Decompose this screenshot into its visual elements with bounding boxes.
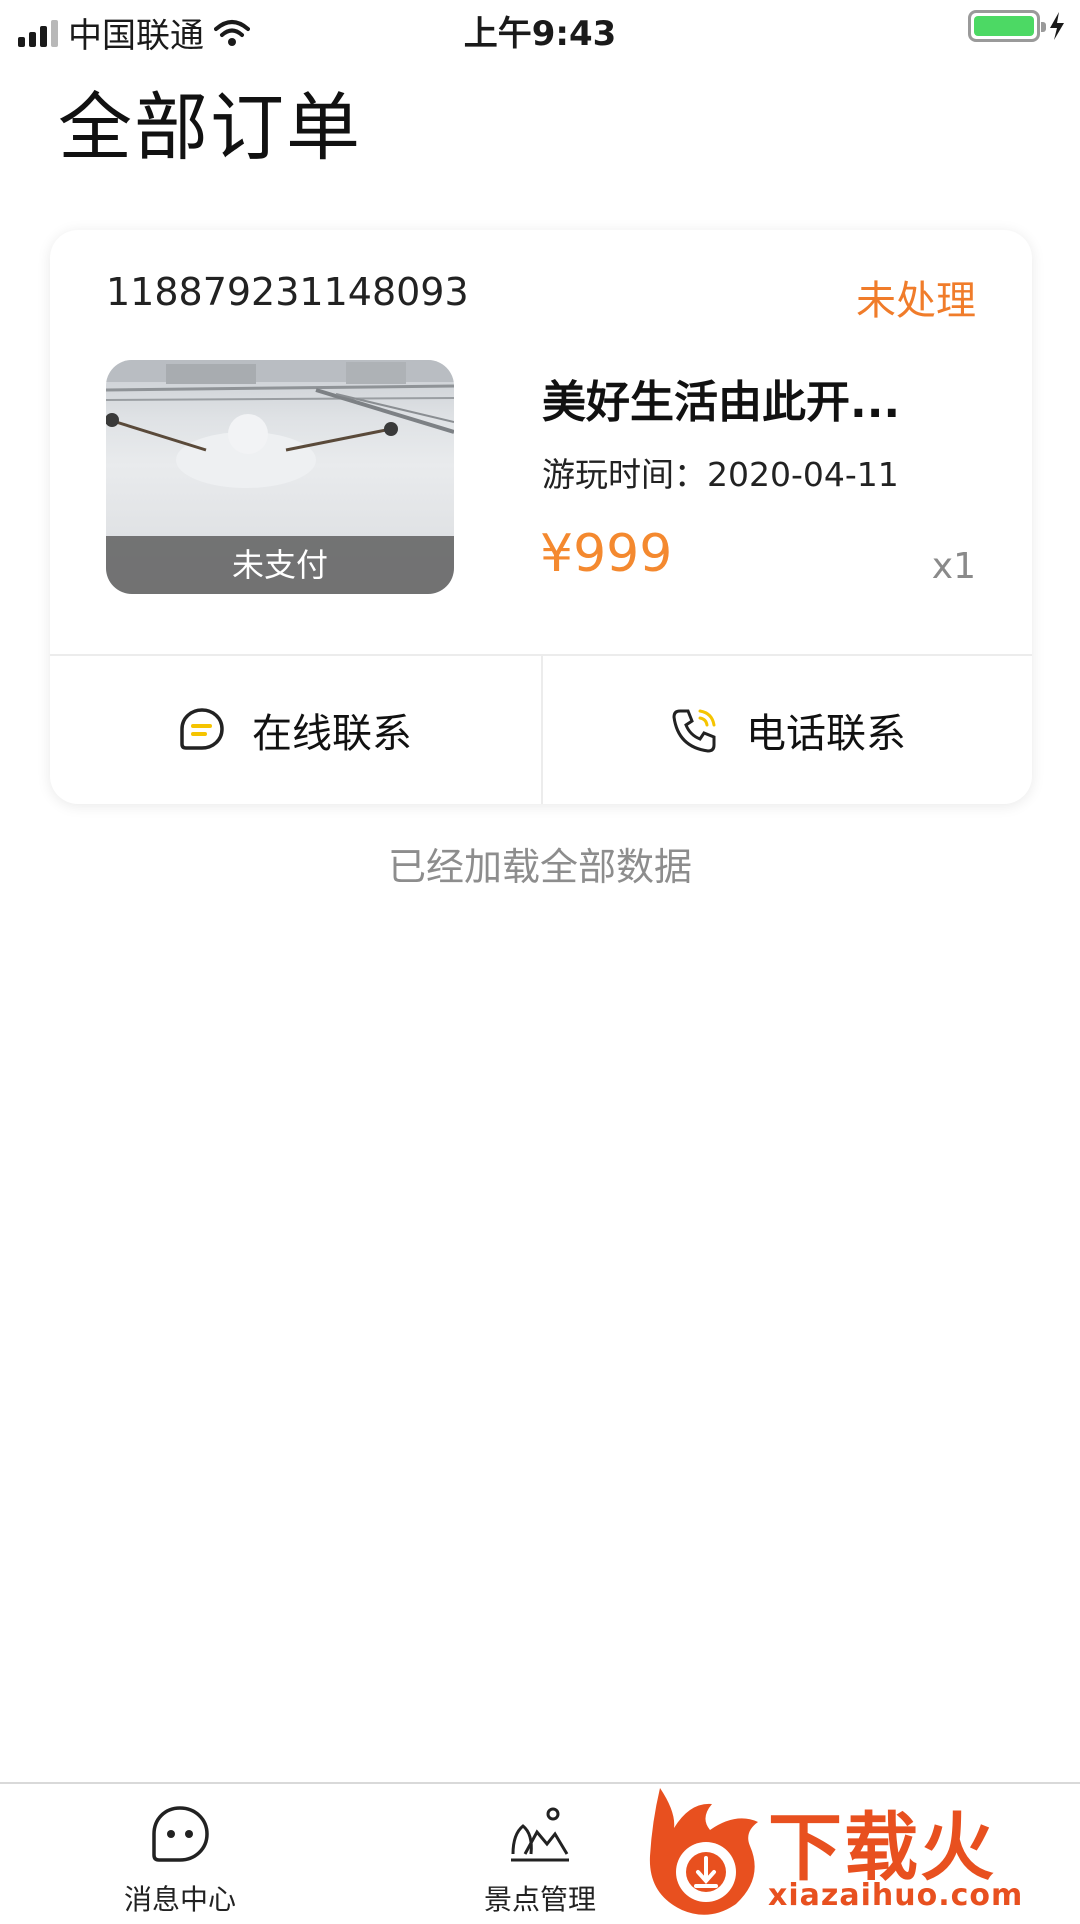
- product-name: 美好生活由此开...: [542, 377, 901, 428]
- scenic-spot-icon: [511, 1807, 569, 1862]
- order-status-badge: 未处理: [856, 278, 976, 324]
- status-bar: 中国联通 上午9:43: [0, 0, 1080, 60]
- status-right: [968, 10, 1066, 42]
- online-contact-button[interactable]: 在线联系: [50, 656, 540, 804]
- order-number: 118879231148093: [106, 270, 469, 314]
- battery-icon: [968, 10, 1046, 42]
- tab-message-center-label: 消息中心: [123, 1883, 236, 1916]
- play-time: 游玩时间：2020-04-11: [542, 448, 899, 496]
- quantity: x1: [931, 546, 976, 587]
- phone-contact-label: 电话联系: [746, 711, 906, 757]
- flame-logo-icon: [649, 1788, 758, 1915]
- watermark: 下载火 xiazaihuo.com: [640, 1782, 1080, 1920]
- tab-scenic-management-label: 景点管理: [483, 1883, 596, 1916]
- chat-icon: [180, 708, 224, 750]
- charging-bolt-icon: [1050, 12, 1064, 40]
- order-card[interactable]: 118879231148093 未处理 未支付 美好生活由此开... 游玩时间：…: [50, 230, 1032, 804]
- load-complete-text: 已经加载全部数据: [387, 845, 692, 889]
- phone-icon: [672, 709, 716, 753]
- tab-message-center[interactable]: 消息中心: [90, 1804, 270, 1918]
- tab-scenic-management[interactable]: 景点管理: [450, 1804, 630, 1918]
- play-time-label: 游玩时间：: [542, 455, 707, 494]
- online-contact-label: 在线联系: [252, 711, 412, 757]
- chat-bubble-icon: [152, 1806, 209, 1862]
- play-time-value: 2020-04-11: [707, 455, 899, 494]
- page-title: 全部订单: [58, 85, 362, 171]
- payment-status-label: 未支付: [106, 536, 454, 594]
- watermark-url: xiazaihuo.com: [768, 1878, 1024, 1913]
- product-thumbnail[interactable]: 未支付: [106, 360, 454, 594]
- status-time: 上午9:43: [463, 14, 617, 54]
- price: ¥999: [540, 524, 673, 584]
- phone-contact-button[interactable]: 电话联系: [543, 656, 1033, 804]
